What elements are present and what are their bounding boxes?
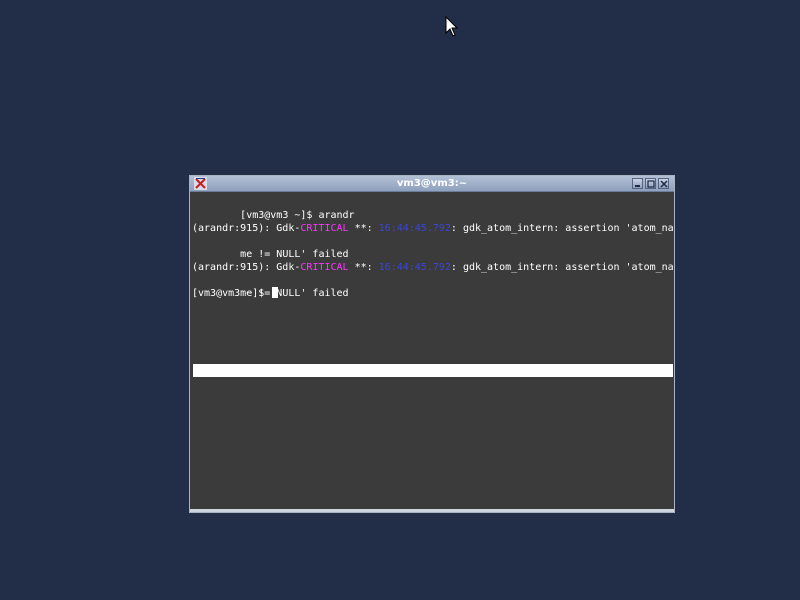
critical-label: CRITICAL [300, 262, 349, 273]
terminal-line: (arandr:915): Gdk-CRITICAL **: 16:44:45.… [192, 222, 673, 235]
window-titlebar[interactable]: vm3@vm3:~ [190, 176, 674, 192]
terminal-output[interactable]: [vm3@vm3 ~]$ arandr (arandr:915): Gdk-CR… [191, 193, 673, 509]
minimize-button[interactable] [632, 178, 643, 189]
timestamp: 16:44:45.792 [378, 223, 451, 234]
desktop[interactable]: vm3@vm3:~ [vm3@vm3 ~]$ arandr (arandr:91… [0, 0, 800, 600]
error-prefix: (arandr:915): Gdk- [192, 262, 301, 273]
maximize-icon [647, 180, 655, 188]
timestamp: 16:44:45.792 [378, 262, 451, 273]
window-bottom-border[interactable] [190, 509, 674, 512]
terminal-line: (arandr:915): Gdk-CRITICAL **: 16:44:45.… [192, 261, 673, 274]
terminal-window[interactable]: vm3@vm3:~ [vm3@vm3 ~]$ arandr (arandr:91… [189, 175, 675, 513]
close-button[interactable] [658, 178, 669, 189]
shell-prompt: [vm3@vm3 ~]$ [192, 288, 271, 299]
terminal-line: [vm3@vm3 ~]$ [192, 287, 279, 300]
blank-window-strip [193, 364, 673, 377]
terminal-line: me != NULL' failed [192, 274, 348, 299]
maximize-button[interactable] [645, 178, 656, 189]
error-message: : gdk_atom_intern: assertion 'atom_na [450, 223, 673, 234]
terminal-line: me != NULL' failed [192, 235, 348, 260]
minimize-icon [635, 185, 640, 187]
error-message-continued: me != NULL' failed [240, 249, 349, 260]
text-cursor [272, 287, 279, 298]
error-separator: **: [348, 262, 379, 273]
command-text: [vm3@vm3 ~]$ arandr [240, 210, 355, 221]
mouse-pointer-icon [445, 16, 459, 37]
close-icon [660, 180, 668, 188]
error-separator: **: [348, 223, 379, 234]
error-prefix: (arandr:915): Gdk- [192, 223, 301, 234]
error-message: : gdk_atom_intern: assertion 'atom_na [450, 262, 673, 273]
window-title: vm3@vm3:~ [396, 178, 468, 189]
terminal-line: [vm3@vm3 ~]$ arandr [192, 196, 354, 221]
critical-label: CRITICAL [300, 223, 349, 234]
